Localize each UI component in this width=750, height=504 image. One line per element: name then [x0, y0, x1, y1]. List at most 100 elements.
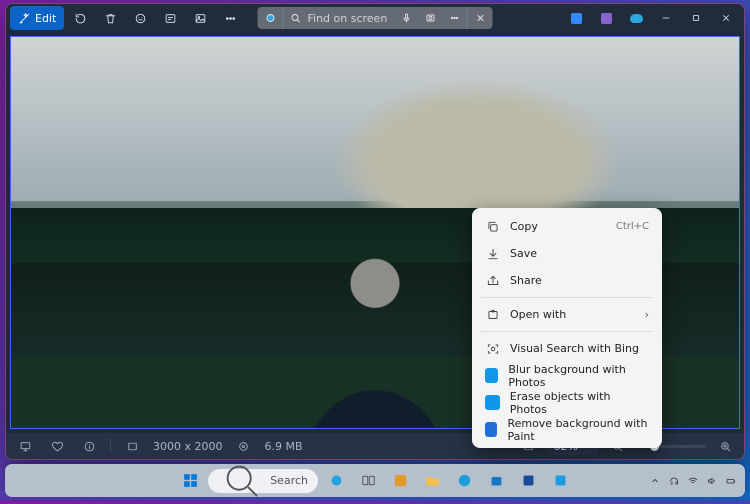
maximize-icon: [690, 12, 702, 24]
taskview-icon: [360, 472, 377, 489]
taskbar: Search: [5, 464, 745, 497]
dimensions-icon: [126, 440, 139, 453]
ctx-label: Copy: [510, 220, 538, 233]
minimize-icon: [660, 12, 672, 24]
copilot-icon: [264, 12, 276, 24]
copy-icon: [485, 219, 500, 234]
ctx-erase[interactable]: Erase objects with Photos: [477, 389, 657, 416]
smile-icon: [134, 12, 147, 25]
magic-icon: [18, 12, 31, 25]
crop-handle-tr[interactable]: [732, 36, 740, 44]
visual-search-icon: [485, 341, 500, 356]
find-input[interactable]: Find on screen: [284, 7, 395, 29]
disk-icon: [237, 440, 250, 453]
task-snip[interactable]: [546, 469, 574, 493]
copilot-button[interactable]: [258, 7, 284, 29]
info-button[interactable]: [78, 440, 100, 453]
edge-icon: [456, 472, 473, 489]
ctx-separator: [481, 331, 653, 332]
ctx-save[interactable]: Save: [477, 240, 657, 267]
info-icon: [83, 440, 96, 453]
windows-icon: [182, 472, 199, 489]
explorer-icon: [424, 472, 441, 489]
addon-1[interactable]: [562, 6, 590, 30]
search-icon: [218, 457, 264, 503]
pill-more-button[interactable]: [443, 7, 467, 29]
app-icon: [520, 472, 537, 489]
snip-icon: [552, 472, 569, 489]
edit-button[interactable]: Edit: [10, 6, 64, 30]
text-extract-button[interactable]: [156, 6, 184, 30]
mic-button[interactable]: [395, 7, 419, 29]
blue-square-icon: [571, 13, 582, 24]
task-edge[interactable]: [450, 469, 478, 493]
ctx-label: Blur background with Photos: [508, 363, 649, 389]
more-button[interactable]: [216, 6, 244, 30]
ctx-copy[interactable]: Copy Ctrl+C: [477, 213, 657, 240]
ctx-remove-bg[interactable]: Remove background with Paint: [477, 416, 657, 443]
task-app-2[interactable]: [514, 469, 542, 493]
app-icon: [392, 472, 409, 489]
ctx-label: Visual Search with Bing: [510, 342, 639, 355]
ctx-label: Remove background with Paint: [507, 417, 649, 443]
ctx-open-with[interactable]: Open with ›: [477, 301, 657, 328]
monitor-icon: [19, 440, 32, 453]
ctx-label: Open with: [510, 308, 566, 321]
search-icon: [290, 12, 302, 24]
size-icon-wrap: [233, 440, 255, 453]
purple-square-icon: [601, 13, 612, 24]
context-menu: Copy Ctrl+C Save Share Open with › Visua…: [472, 208, 662, 448]
task-store[interactable]: [482, 469, 510, 493]
cloud[interactable]: [622, 6, 650, 30]
ctx-shortcut: Ctrl+C: [616, 221, 649, 232]
trash-icon: [104, 12, 117, 25]
task-copilot[interactable]: [322, 469, 350, 493]
ctx-label: Erase objects with Photos: [510, 390, 649, 416]
crop-handle-tl[interactable]: [10, 36, 18, 44]
heart-icon: [51, 440, 64, 453]
find-placeholder: Find on screen: [308, 12, 388, 25]
divider: [110, 439, 111, 453]
photos-app-icon: [485, 395, 500, 410]
more-icon: [224, 12, 237, 25]
system-tray[interactable]: [649, 475, 737, 487]
wifi-icon: [687, 475, 699, 487]
close-icon: [720, 12, 732, 24]
task-explorer[interactable]: [418, 469, 446, 493]
like-button[interactable]: [46, 440, 68, 453]
start-button[interactable]: [176, 469, 204, 493]
ctx-separator: [481, 297, 653, 298]
battery-icon: [725, 475, 737, 487]
zoom-in-icon: [719, 440, 732, 453]
ctx-blur-bg[interactable]: Blur background with Photos: [477, 362, 657, 389]
crop-handle-bl[interactable]: [10, 421, 18, 429]
window-min[interactable]: [652, 6, 680, 30]
window-close[interactable]: [712, 6, 740, 30]
copy-image-button[interactable]: [186, 6, 214, 30]
addon-2[interactable]: [592, 6, 620, 30]
retry-button[interactable]: [66, 6, 94, 30]
crop-handle-br[interactable]: [732, 421, 740, 429]
display-button[interactable]: [14, 440, 36, 453]
edit-label: Edit: [35, 12, 56, 25]
titlebar: Edit Find on screen: [6, 4, 744, 32]
window-max[interactable]: [682, 6, 710, 30]
lens-button[interactable]: [419, 7, 443, 29]
find-pill: Find on screen: [258, 7, 493, 29]
paint-app-icon: [485, 422, 497, 437]
chevron-up-icon: [649, 475, 661, 487]
text-grab-icon: [164, 12, 177, 25]
ctx-visual-search[interactable]: Visual Search with Bing: [477, 335, 657, 362]
delete-button[interactable]: [96, 6, 124, 30]
lens-icon: [425, 12, 437, 24]
ctx-share[interactable]: Share: [477, 267, 657, 294]
shape-button[interactable]: [126, 6, 154, 30]
zoom-in-button[interactable]: [714, 440, 736, 453]
task-view[interactable]: [354, 469, 382, 493]
pill-close-button[interactable]: [467, 7, 493, 29]
image-icon: [194, 12, 207, 25]
open-icon: [485, 307, 500, 322]
task-app-1[interactable]: [386, 469, 414, 493]
taskbar-search[interactable]: Search: [208, 469, 318, 493]
ctx-label: Save: [510, 247, 537, 260]
